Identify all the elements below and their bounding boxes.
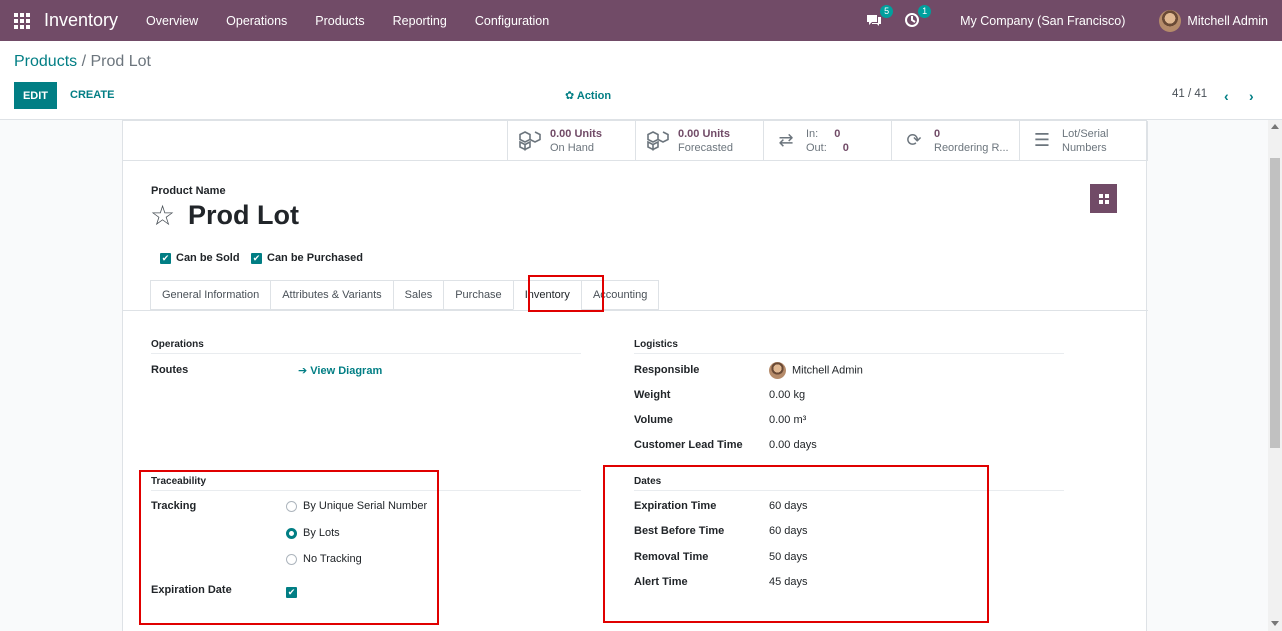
reordering-button[interactable]: ⟳ 0 Reordering R... — [892, 121, 1020, 160]
tabs-divider — [123, 310, 1148, 311]
volume-field: 0.00 m³ — [769, 414, 806, 426]
on-hand-label: On Hand — [550, 141, 595, 154]
favorite-star-icon[interactable]: ☆ — [150, 201, 175, 231]
user-name: Mitchell Admin — [1187, 13, 1268, 28]
responsible-avatar — [769, 362, 786, 379]
action-dropdown[interactable]: ✿ Action — [565, 89, 611, 102]
pager-previous-icon[interactable]: ‹ — [1224, 88, 1229, 104]
nav-operations[interactable]: Operations — [212, 14, 301, 28]
variants-grid-icon[interactable] — [1090, 184, 1117, 213]
action-label: Action — [576, 90, 612, 102]
breadcrumb-products[interactable]: Products — [14, 53, 77, 70]
annotation-box-dates — [603, 465, 989, 623]
exchange-icon: ⇄ — [778, 130, 794, 150]
view-diagram-label: View Diagram — [310, 365, 383, 377]
weight-value: 0.00 — [769, 389, 791, 401]
user-menu[interactable]: Mitchell Admin — [1159, 9, 1268, 32]
weight-unit: kg — [793, 389, 806, 401]
top-navbar: Inventory Overview Operations Products R… — [0, 0, 1282, 41]
responsible-value: Mitchell Admin — [792, 364, 863, 377]
edit-button[interactable]: EDIT — [14, 82, 57, 109]
product-name: Prod Lot — [188, 200, 299, 230]
checkmark-icon: ✔ — [251, 252, 262, 264]
forecasted-button[interactable]: 0.00 Units Forecasted — [636, 121, 764, 160]
product-name-label: Product Name — [151, 185, 226, 197]
messages-icon[interactable]: 5 — [866, 4, 894, 30]
scroll-up-icon[interactable] — [1271, 124, 1279, 129]
tab-attributes-variants[interactable]: Attributes & Variants — [270, 280, 393, 310]
on-hand-button[interactable]: 0.00 Units On Hand — [508, 121, 636, 160]
reorder-value: 0 — [934, 127, 941, 140]
can-be-purchased-label: Can be Purchased — [267, 252, 363, 264]
pager-value[interactable]: 41 / 41 — [1172, 88, 1207, 100]
out-value: 0 — [842, 141, 849, 154]
pager-next-icon[interactable]: › — [1249, 88, 1254, 104]
refresh-icon: ⟳ — [906, 130, 922, 150]
breadcrumb-current: Prod Lot — [90, 53, 151, 70]
nav-configuration[interactable]: Configuration — [461, 14, 563, 28]
lead-time-value: 0.00 days — [769, 439, 817, 451]
messages-badge: 5 — [880, 4, 894, 18]
responsible-field[interactable]: Mitchell Admin — [769, 362, 863, 379]
forecast-label: Forecasted — [678, 141, 734, 154]
volume-unit: m³ — [793, 414, 807, 426]
logistics-rule — [634, 353, 1064, 354]
routes-label: Routes — [151, 364, 189, 376]
breadcrumb: Products / Prod Lot — [14, 53, 151, 71]
operations-title: Operations — [151, 339, 204, 350]
view-diagram-link[interactable]: ➔ View Diagram — [298, 364, 382, 377]
activities-icon[interactable]: 1 — [904, 4, 932, 30]
tab-sales[interactable]: Sales — [392, 280, 444, 310]
scroll-down-icon[interactable] — [1271, 621, 1279, 626]
volume-label: Volume — [634, 414, 673, 426]
breadcrumb-separator: / — [81, 53, 87, 70]
create-button[interactable]: CREATE — [70, 89, 114, 101]
operations-rule — [151, 353, 581, 354]
annotation-box-inventory-tab — [528, 275, 604, 312]
control-panel: Products / Prod Lot EDIT CREATE ✿ Action… — [0, 41, 1282, 120]
in-value: 0 — [834, 127, 841, 140]
can-be-sold-checkbox[interactable]: ✔ Can be Sold — [160, 252, 240, 264]
in-out-button[interactable]: ⇄ In: 0 Out: 0 — [764, 121, 892, 160]
on-hand-value: 0.00 Units — [550, 127, 602, 140]
smart-buttons: 0.00 Units On Hand 0.00 Units Forecasted ⇄… — [507, 121, 1148, 160]
lot-label-line2: Numbers — [1062, 141, 1107, 154]
cubes-icon — [646, 130, 670, 151]
tab-purchase[interactable]: Purchase — [443, 280, 513, 310]
weight-label: Weight — [634, 389, 671, 401]
list-icon: ☰ — [1033, 130, 1051, 150]
weight-field: 0.00 kg — [769, 389, 805, 401]
nav-reporting[interactable]: Reporting — [379, 14, 461, 28]
lot-label-line1: Lot/Serial — [1062, 127, 1109, 140]
nav-products[interactable]: Products — [301, 14, 378, 28]
forecast-value: 0.00 Units — [678, 127, 730, 140]
can-be-sold-label: Can be Sold — [176, 252, 240, 264]
company-switcher[interactable]: My Company (San Francisco) — [960, 14, 1125, 28]
in-label: In: — [806, 127, 819, 140]
annotation-box-traceability — [139, 470, 439, 625]
cubes-icon — [518, 130, 542, 151]
responsible-label: Responsible — [634, 364, 700, 376]
logistics-title: Logistics — [634, 339, 678, 350]
activities-badge: 1 — [918, 4, 932, 18]
statbar-divider — [123, 160, 1148, 161]
apps-menu-icon[interactable] — [14, 12, 30, 29]
user-avatar — [1159, 9, 1182, 32]
checkmark-icon: ✔ — [160, 252, 171, 264]
scrollbar-thumb[interactable] — [1270, 158, 1280, 448]
reorder-label: Reordering R... — [934, 141, 1009, 154]
out-label: Out: — [806, 141, 827, 154]
lead-time-label: Customer Lead Time — [634, 439, 743, 451]
arrow-right-icon: ➔ — [298, 365, 308, 377]
nav-overview[interactable]: Overview — [132, 14, 212, 28]
can-be-purchased-checkbox[interactable]: ✔ Can be Purchased — [251, 252, 363, 264]
lot-serial-button[interactable]: ☰ Lot/Serial Numbers — [1020, 121, 1148, 160]
gear-icon: ✿ — [565, 90, 575, 102]
volume-value: 0.00 — [769, 414, 791, 426]
tab-general-information[interactable]: General Information — [150, 280, 271, 310]
app-name[interactable]: Inventory — [44, 10, 118, 31]
